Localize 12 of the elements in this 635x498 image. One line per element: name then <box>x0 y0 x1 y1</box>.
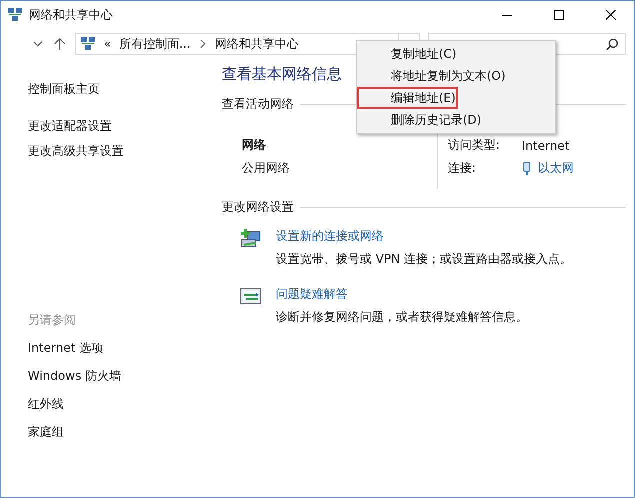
access-type-value: Internet <box>522 138 570 152</box>
section-title: 查看活动网络 <box>222 96 294 113</box>
window-title: 网络和共享中心 <box>29 6 114 24</box>
connection-label: 连接: <box>448 160 478 177</box>
task-description: 设置宽带、拨号或 VPN 连接；或设置路由器或接入点。 <box>276 251 572 268</box>
network-type: 公用网络 <box>242 160 290 177</box>
see-also-heading: 另请参阅 <box>28 312 76 329</box>
section-title: 更改网络设置 <box>222 199 294 216</box>
access-type-label: 访问类型: <box>448 137 502 154</box>
network-name: 网络 <box>242 137 266 154</box>
task-description: 诊断并修复网络问题，或者获得疑难解答信息。 <box>276 309 528 326</box>
page-heading: 查看基本网络信息 <box>222 65 342 84</box>
